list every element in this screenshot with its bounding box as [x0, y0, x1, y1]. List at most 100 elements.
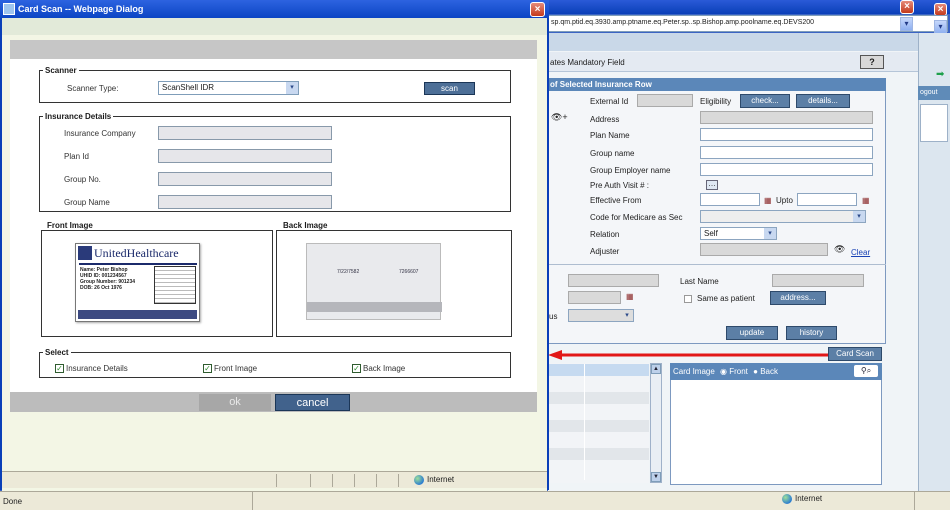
check-button[interactable]: check... [740, 94, 790, 108]
group-name-field[interactable] [700, 146, 873, 159]
right-sidebar [918, 33, 950, 491]
group-name-dialog-field[interactable] [158, 195, 332, 209]
front-image-label: Front Image [47, 221, 93, 230]
card-scan-button[interactable]: Card Scan [828, 347, 882, 361]
dob-field[interactable] [568, 291, 621, 304]
main-close-button[interactable]: × [900, 0, 914, 14]
status-separator [310, 474, 311, 487]
adjuster-field[interactable] [700, 243, 828, 256]
card-image-label: Card Image [673, 367, 715, 376]
red-arrow-annotation [548, 350, 828, 360]
card-image-panel [670, 363, 882, 485]
upto-label: Upto [776, 196, 793, 205]
status-separator [252, 491, 253, 510]
relation-label: Relation [590, 230, 620, 239]
panel-divider [548, 264, 886, 265]
same-as-patient-label: Same as patient [697, 294, 755, 303]
dialog-top-band [2, 18, 547, 35]
scroll-down-button[interactable]: ▼ [651, 472, 661, 482]
calendar-icon[interactable]: ▦ [862, 196, 870, 205]
help-button[interactable]: ? [860, 55, 884, 69]
table-row[interactable] [548, 364, 649, 376]
back-image-checkbox[interactable]: ✓ [352, 364, 361, 373]
medicare-label: Code for Medicare as Sec [590, 213, 683, 222]
pre-auth-button[interactable]: … [706, 180, 718, 190]
table-row[interactable] [548, 420, 649, 432]
outer-dropdown-button[interactable]: ▾ [934, 20, 947, 34]
card-member-info: Name: Peter Bishop UHID ID: 001234567 Gr… [80, 267, 136, 291]
plan-id-field[interactable] [158, 149, 332, 163]
card-brand: UnitedHealthcare [94, 246, 179, 260]
zoom-icon[interactable]: ⚲⌕ [854, 365, 878, 377]
radio-front[interactable]: ◉ Front [720, 367, 748, 376]
medicare-select[interactable]: ▾ [700, 210, 866, 223]
eligibility-label: Eligibility [700, 97, 732, 106]
grid-scrollbar[interactable] [650, 363, 662, 483]
group-no-field[interactable] [158, 172, 332, 186]
external-id-field[interactable] [637, 94, 693, 107]
relation-select[interactable]: Self ▾ [700, 227, 777, 240]
table-row[interactable] [548, 448, 649, 460]
cancel-button[interactable]: cancel [275, 394, 350, 411]
status-select[interactable]: ▾ [568, 309, 634, 322]
binoculars-icon[interactable]: 👁+ [551, 112, 568, 123]
logout-link[interactable]: ogout [918, 86, 950, 100]
status-separator [376, 474, 377, 487]
table-row[interactable] [548, 392, 649, 404]
clear-link[interactable]: Clear [851, 248, 870, 257]
dialog-icon [3, 3, 15, 15]
address-dropdown-button[interactable]: ▾ [900, 17, 913, 31]
binoculars-icon[interactable]: 👁 [834, 244, 845, 255]
ok-button[interactable]: ok [199, 394, 271, 411]
toolbar-strip [548, 33, 918, 51]
adjuster-label: Adjuster [590, 247, 620, 256]
sidebar-box [920, 104, 948, 142]
effective-from-label: Effective From [590, 196, 642, 205]
address-field[interactable] [700, 111, 873, 124]
pre-auth-label: Pre Auth Visit # : [590, 181, 649, 190]
dialog-close-button[interactable]: × [530, 2, 545, 17]
radio-back[interactable]: ● Back [753, 367, 778, 376]
history-button[interactable]: history [786, 326, 837, 340]
group-employer-field[interactable] [700, 163, 873, 176]
last-name-field[interactable] [772, 274, 864, 287]
status-separator [354, 474, 355, 487]
scroll-up-button[interactable]: ▲ [651, 364, 661, 374]
external-id-label: External Id [590, 97, 629, 106]
update-button[interactable]: update [726, 326, 778, 340]
address-bar[interactable]: sp.qm.ptid.eq.3930.amp.ptname.eq.Peter.s… [548, 15, 948, 32]
select-legend: Select [45, 348, 69, 357]
globe-icon [414, 475, 424, 485]
group-name-dialog-label: Group Name [64, 198, 110, 207]
address-button[interactable]: address... [770, 291, 826, 305]
grid-column-divider [584, 364, 585, 480]
same-as-patient-checkbox[interactable] [684, 295, 692, 303]
status-separator [398, 474, 399, 487]
go-arrow-icon[interactable]: ➡ [936, 69, 944, 80]
calendar-icon[interactable]: ▦ [764, 196, 772, 205]
insurance-company-field[interactable] [158, 126, 332, 140]
scan-button[interactable]: scan [424, 82, 475, 95]
select-fieldset: Select [39, 348, 511, 378]
panel-header: of Selected Insurance Row [548, 78, 886, 91]
back-image-label: Back Image [283, 221, 328, 230]
scanner-type-label: Scanner Type: [67, 84, 119, 93]
insurance-details-checkbox[interactable]: ✓ [55, 364, 64, 373]
plan-id-label: Plan Id [64, 152, 89, 161]
calendar-icon[interactable]: ▦ [626, 292, 634, 301]
plan-name-field[interactable] [700, 128, 873, 141]
status-separator [276, 474, 277, 487]
scanner-type-select[interactable]: ScanShell IDR ▾ [158, 81, 299, 95]
card-logo [78, 246, 92, 260]
card-footer [78, 310, 197, 319]
group-name-label: Group name [590, 149, 635, 158]
status-done: Done [3, 497, 23, 506]
front-image-checkbox[interactable]: ✓ [203, 364, 212, 373]
effective-from-field[interactable] [700, 193, 760, 206]
globe-icon [782, 494, 792, 504]
details-button[interactable]: details... [796, 94, 850, 108]
insurance-details-legend: Insurance Details [45, 112, 112, 121]
card-rule [79, 263, 197, 265]
upto-field[interactable] [797, 193, 857, 206]
first-name-field[interactable] [568, 274, 659, 287]
